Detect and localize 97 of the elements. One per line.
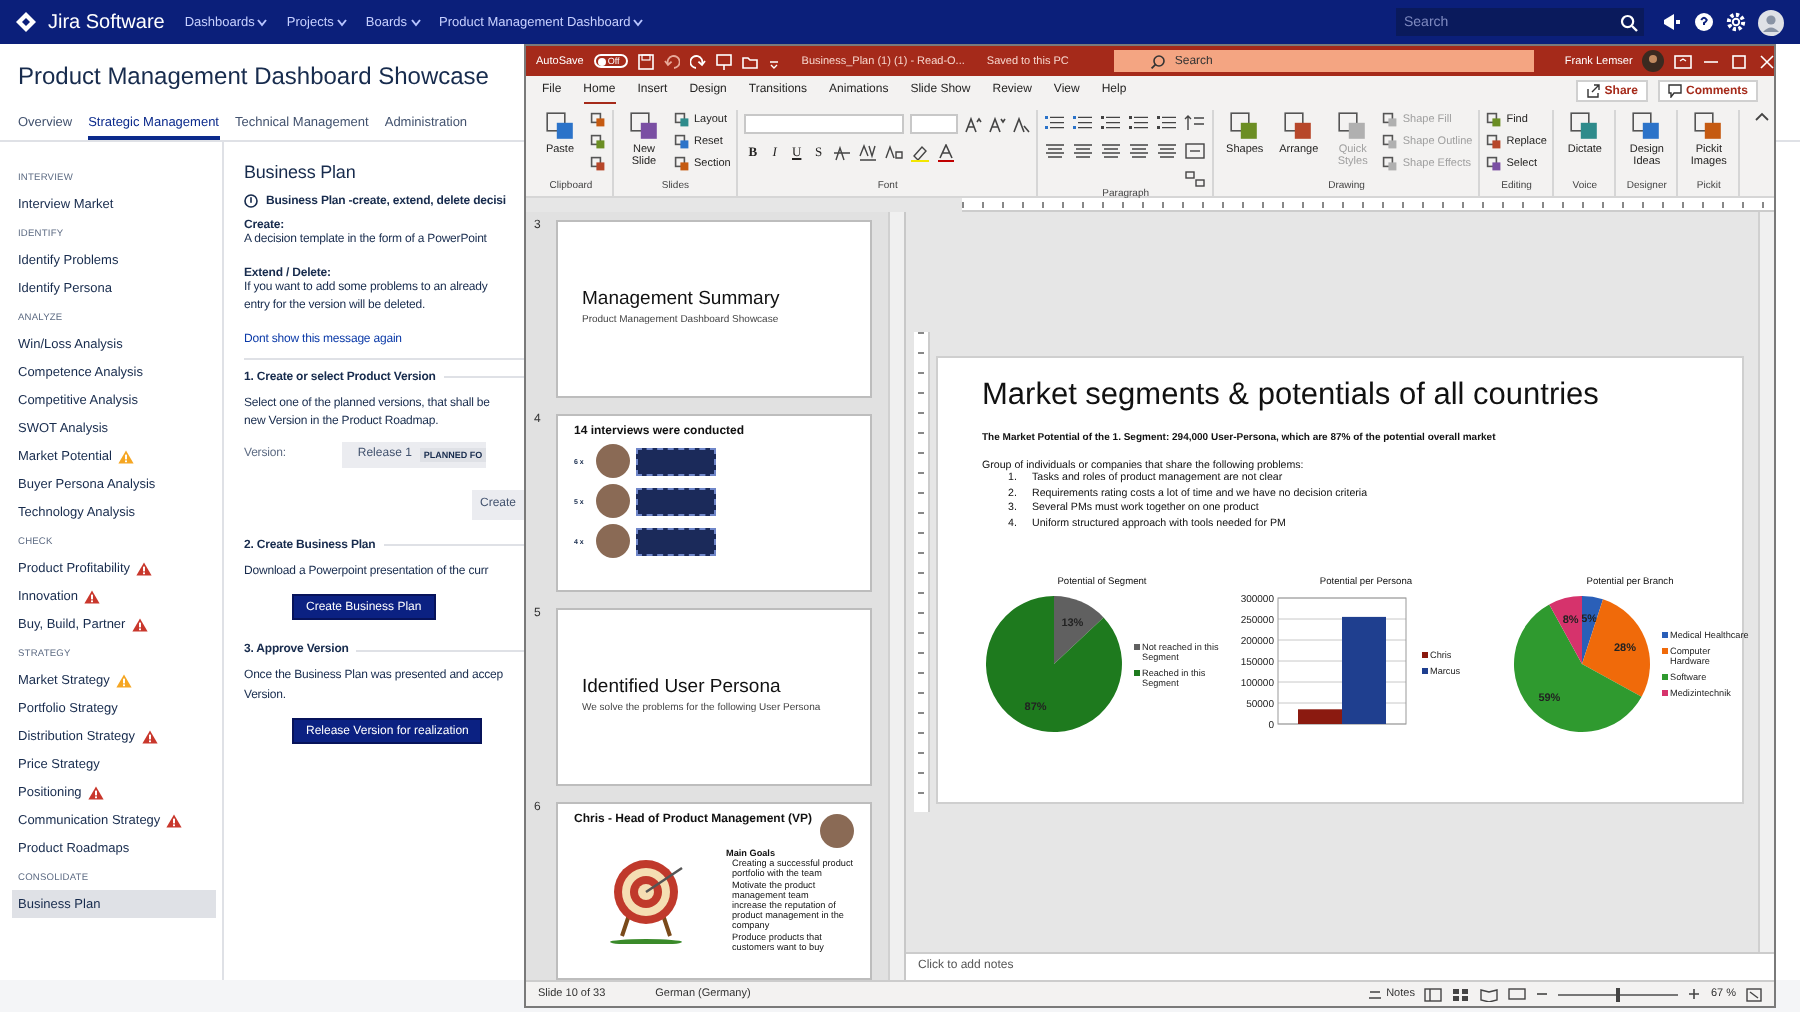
legend-swatch: [1422, 667, 1428, 673]
align-right-icon[interactable]: [1100, 142, 1123, 160]
align-left-icon[interactable]: [1044, 142, 1067, 160]
warning-icon: [131, 617, 148, 631]
info-icon: [244, 194, 258, 208]
close-icon[interactable]: [1758, 53, 1774, 69]
product-name[interactable]: Jira Software: [48, 11, 165, 33]
tool-icon: [628, 110, 660, 142]
align-center-icon[interactable]: [1072, 142, 1095, 160]
scrollbar[interactable]: [1758, 212, 1774, 952]
label-box: [636, 527, 716, 555]
megaphone-icon[interactable]: [1662, 12, 1682, 32]
icon-button[interactable]: [590, 154, 606, 174]
warning-icon: [136, 561, 152, 575]
zoom-slider-thumb[interactable]: [1616, 987, 1621, 1001]
zoom-out-icon[interactable]: [1536, 988, 1549, 1000]
normal-view-icon[interactable]: [1424, 987, 1443, 1001]
legend-swatch: [1134, 643, 1140, 649]
slideshow-icon[interactable]: [1508, 987, 1527, 1001]
undo-icon[interactable]: [663, 53, 680, 69]
caret-icon: [335, 16, 348, 28]
label-box: [636, 487, 716, 515]
maximize-icon[interactable]: [1730, 53, 1749, 69]
decrease-indent-icon[interactable]: [1100, 114, 1123, 132]
highlighter-icon[interactable]: [910, 144, 931, 162]
caret-icon: [256, 16, 269, 28]
search-icon[interactable]: [1150, 53, 1167, 69]
tool-icon: [1630, 110, 1663, 142]
font-size-field[interactable]: [910, 114, 959, 134]
warning-icon: [87, 785, 104, 799]
font-color-icon[interactable]: [936, 144, 957, 162]
warning-icon: [141, 729, 158, 743]
section-title: Business Plan: [244, 162, 358, 182]
warning-icon: [117, 449, 134, 463]
warning-icon: [84, 589, 100, 603]
ribbon-display-icon[interactable]: [1674, 53, 1693, 69]
legend-swatch: [1662, 690, 1668, 696]
legend-swatch: [1662, 648, 1668, 654]
numbering-icon[interactable]: [1072, 114, 1095, 132]
tool-icon: [1336, 110, 1369, 142]
scrollbar[interactable]: [888, 212, 904, 980]
increase-indent-icon[interactable]: [1128, 114, 1151, 132]
spacing-icon[interactable]: [858, 144, 879, 162]
bullets-icon[interactable]: [1044, 114, 1067, 132]
photo-placeholder: [820, 814, 854, 848]
presentation-icon[interactable]: [715, 53, 732, 69]
avatar-icon[interactable]: [1758, 9, 1784, 35]
fit-slide-icon[interactable]: [1746, 987, 1762, 1001]
slide-title: Market segments & potentials of all countries: [982, 378, 1601, 414]
label-box: [636, 447, 716, 475]
folder-icon[interactable]: [741, 53, 758, 69]
legend-swatch: [1662, 632, 1668, 638]
legend-swatch: [1662, 674, 1668, 680]
legend-swatch: [1134, 669, 1140, 675]
smartart-icon[interactable]: [1184, 170, 1207, 188]
photo-placeholder: [596, 444, 630, 478]
line-spacing-icon[interactable]: [1156, 114, 1179, 132]
slide-title: Management Summary: [582, 288, 782, 310]
font-name-field[interactable]: [744, 114, 905, 134]
icon-button[interactable]: [590, 132, 606, 152]
tool-icon: [1692, 110, 1725, 142]
redo-icon[interactable]: [689, 53, 706, 69]
photo-placeholder: [596, 484, 630, 518]
comment-icon: [1667, 84, 1682, 98]
warning-icon: [166, 813, 183, 827]
caret-icon: [632, 16, 645, 28]
legend-swatch: [1422, 651, 1428, 657]
tool-icon: [1282, 110, 1315, 142]
justify-icon[interactable]: [1128, 142, 1151, 160]
columns-icon[interactable]: [1156, 142, 1179, 160]
logo-icon[interactable]: [16, 12, 36, 32]
tool-icon: [544, 110, 576, 142]
icon-button[interactable]: [590, 110, 606, 130]
slide-thumbnail[interactable]: [556, 802, 872, 980]
zoom-in-icon[interactable]: [1688, 988, 1701, 1000]
slide-title: Identified User Persona: [582, 676, 783, 698]
warning-icon: [115, 673, 132, 687]
tool-icon: [1228, 110, 1261, 142]
caret-icon: [409, 16, 422, 28]
text-direction-icon[interactable]: [1184, 114, 1207, 132]
align-text-icon[interactable]: [1184, 142, 1207, 160]
strikethrough-icon[interactable]: [832, 144, 853, 162]
collapse-icon[interactable]: [1754, 110, 1770, 122]
help-icon[interactable]: [1694, 12, 1714, 32]
avatar-icon[interactable]: [1642, 50, 1665, 72]
shrink-font-icon[interactable]: [988, 115, 1007, 133]
change-case-icon[interactable]: [884, 144, 905, 162]
save-icon[interactable]: [637, 53, 654, 69]
settings-icon[interactable]: [1726, 12, 1746, 32]
grow-font-icon[interactable]: [964, 115, 983, 133]
slide-sorter-icon[interactable]: [1452, 987, 1471, 1001]
reading-view-icon[interactable]: [1480, 987, 1499, 1001]
photo-placeholder: [596, 524, 630, 558]
tool-icon: [1568, 110, 1601, 142]
clear-format-icon[interactable]: [1012, 115, 1031, 133]
share-icon: [1586, 84, 1601, 98]
notes-icon: [1368, 987, 1383, 1001]
